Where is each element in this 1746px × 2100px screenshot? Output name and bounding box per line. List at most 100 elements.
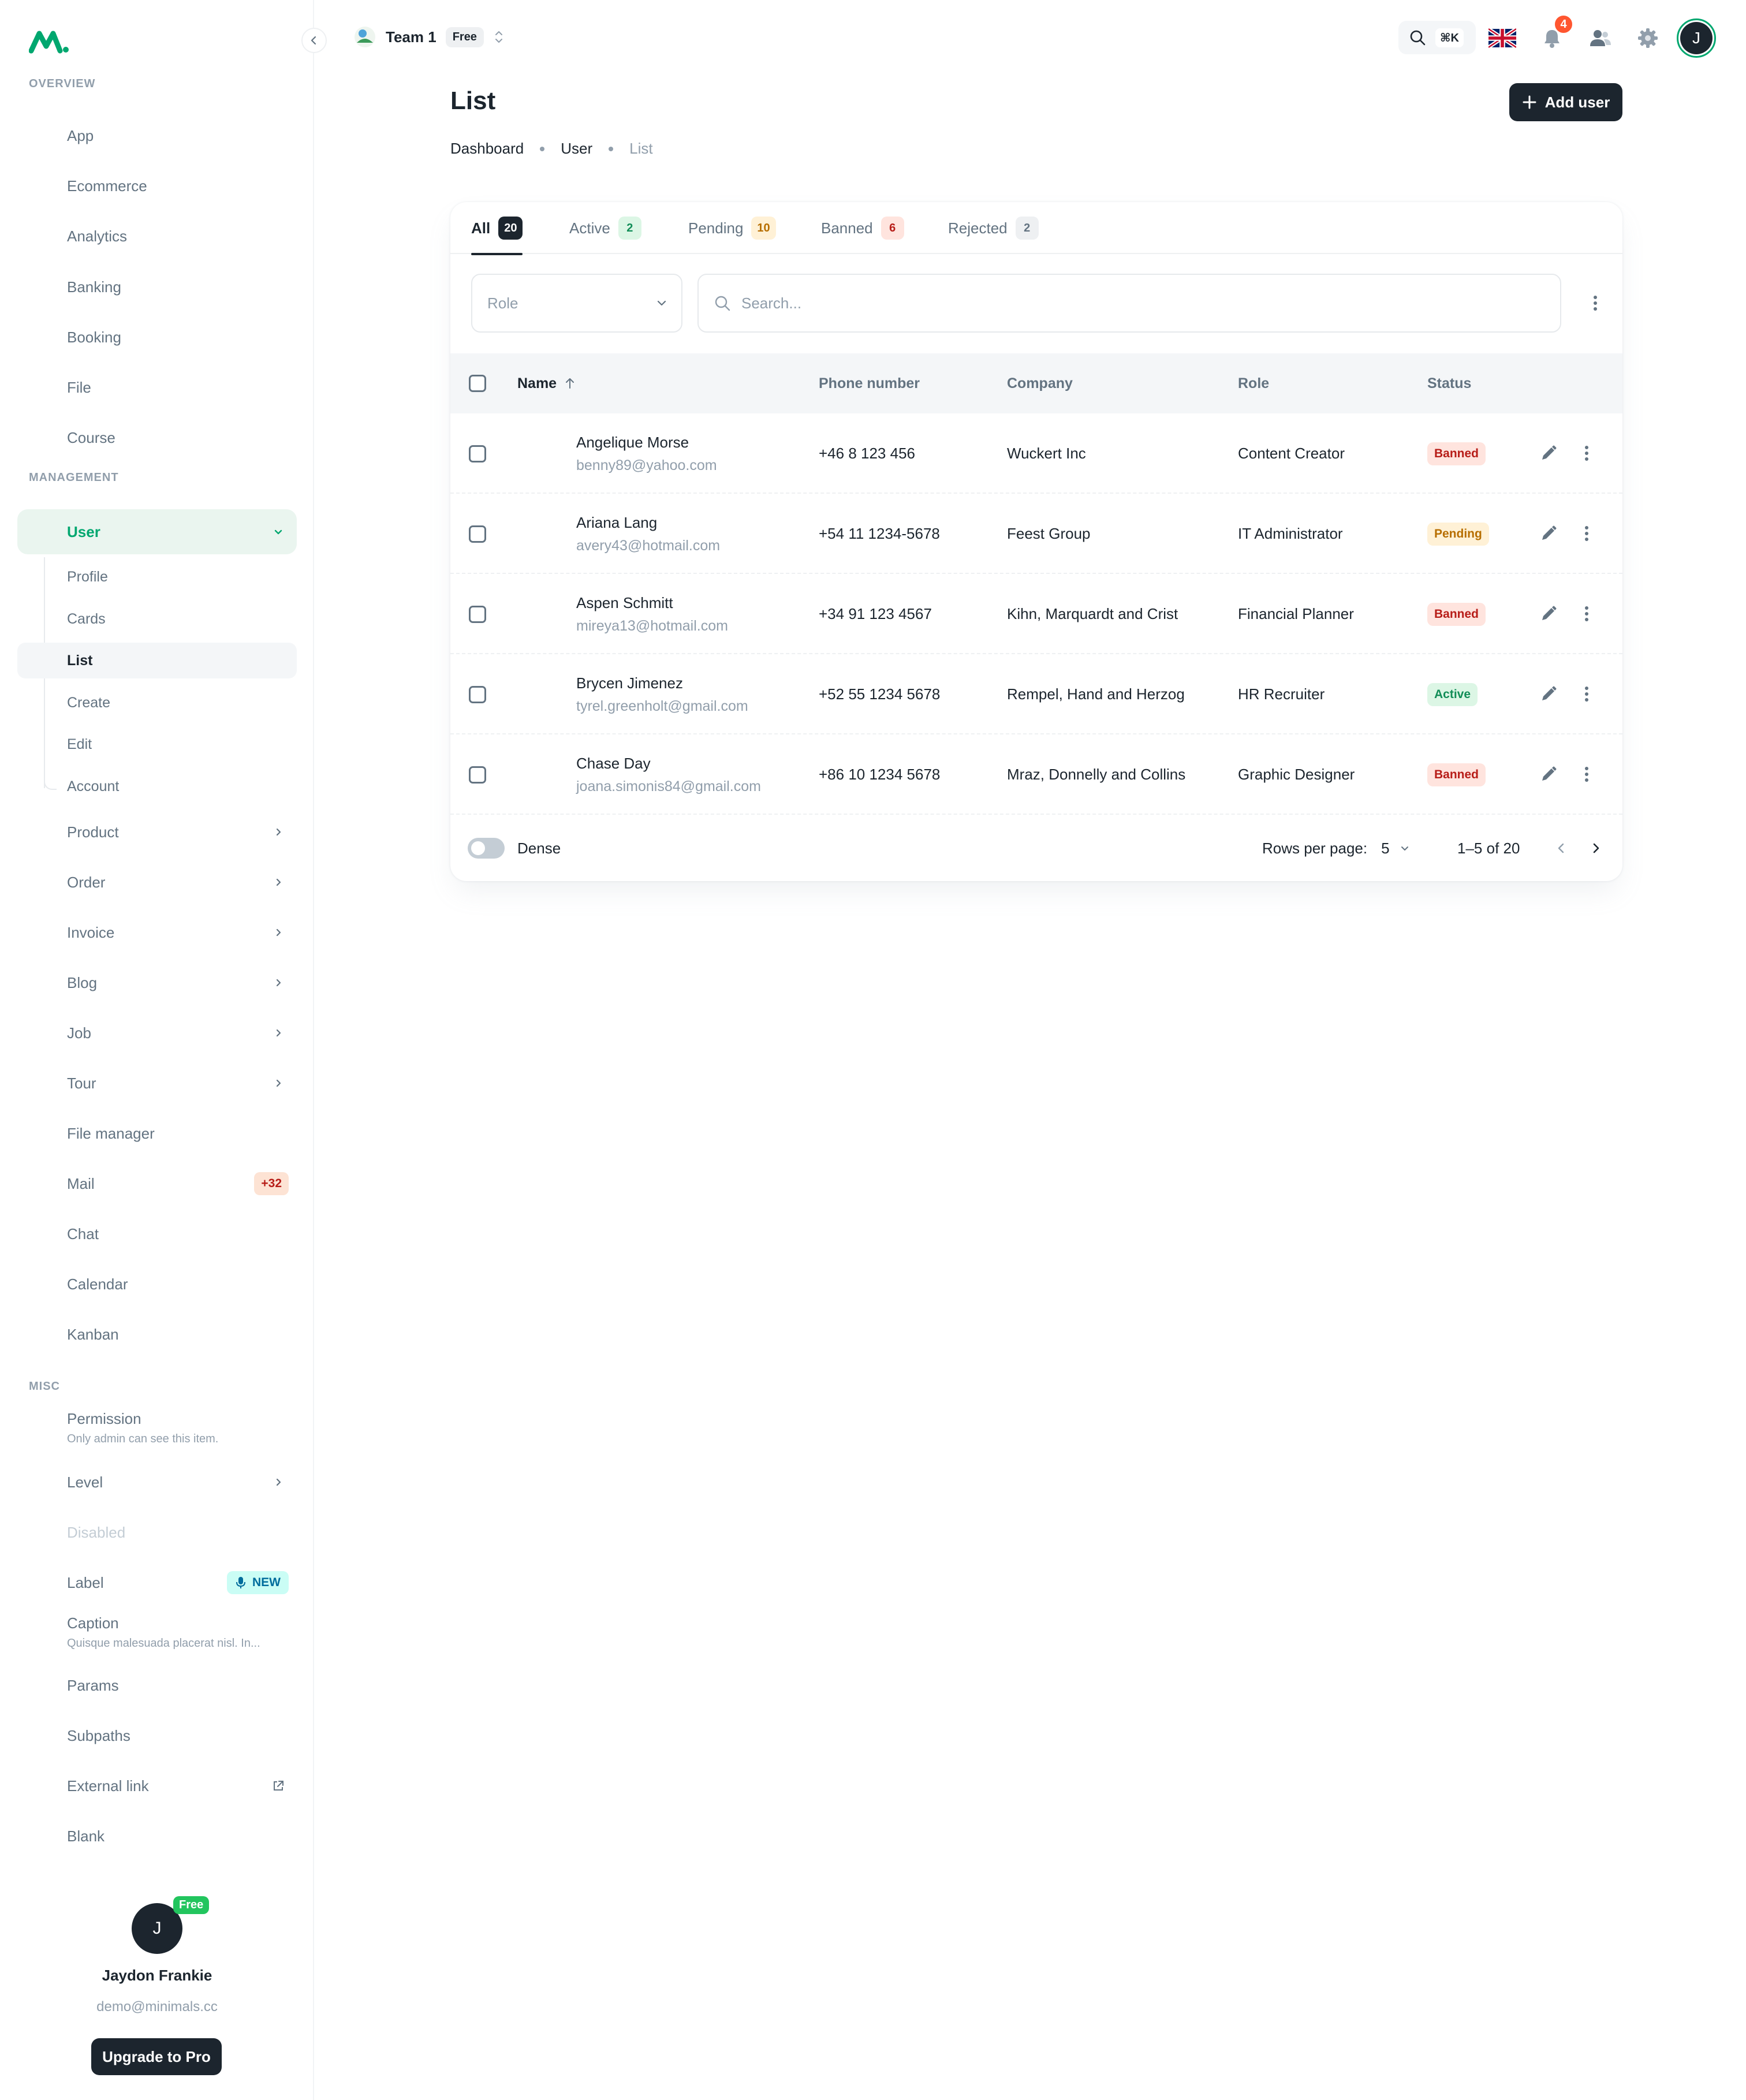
nav-level[interactable]: Level <box>17 1460 297 1505</box>
edit-button[interactable] <box>1535 760 1562 788</box>
tab-rejected[interactable]: Rejected 2 <box>948 202 1039 254</box>
nav-user-list[interactable]: List <box>17 643 297 678</box>
tab-banned[interactable]: Banned 6 <box>821 202 904 254</box>
nav-file-manager[interactable]: File manager <box>17 1111 297 1156</box>
nav-analytics[interactable]: Analytics <box>17 214 297 259</box>
nav-course[interactable]: Course <box>17 415 297 460</box>
column-status[interactable]: Status <box>1427 353 1471 413</box>
nav-params[interactable]: Params <box>17 1663 297 1708</box>
pencil-icon <box>1542 445 1557 460</box>
language-button[interactable] <box>1488 24 1516 52</box>
role-cell: IT Administrator <box>1238 525 1343 542</box>
chevron-left-icon <box>311 36 316 45</box>
table-row[interactable]: Chase Day joana.simonis84@gmail.com +86 1… <box>450 734 1622 815</box>
nav-app[interactable]: App <box>17 113 297 158</box>
team-switcher[interactable]: Team 1 Free <box>353 23 505 51</box>
column-name[interactable]: Name <box>517 353 576 413</box>
row-checkbox[interactable] <box>469 525 486 543</box>
row-more-button[interactable] <box>1573 439 1600 467</box>
company-cell: Feest Group <box>1007 525 1091 542</box>
nav-subpaths[interactable]: Subpaths <box>17 1713 297 1758</box>
column-company[interactable]: Company <box>1007 353 1073 413</box>
column-phone[interactable]: Phone number <box>819 353 920 413</box>
table-row[interactable]: Aspen Schmitt mireya13@hotmail.com +34 91… <box>450 574 1622 654</box>
row-checkbox[interactable] <box>469 605 486 623</box>
user-list-card: All 20 Active 2 Pending 10 Banned 6 Reje… <box>450 202 1622 881</box>
tab-active[interactable]: Active 2 <box>569 202 641 254</box>
nav-file[interactable]: File <box>17 365 297 410</box>
edit-button[interactable] <box>1535 680 1562 708</box>
row-checkbox[interactable] <box>469 445 486 462</box>
nav-blank[interactable]: Blank <box>17 1814 297 1859</box>
nav-caption-item[interactable]: Caption Quisque malesuada placerat nisl.… <box>67 1614 260 1650</box>
nav-banking[interactable]: Banking <box>17 264 297 309</box>
nav-user-cards[interactable]: Cards <box>17 601 297 637</box>
table-row[interactable]: Brycen Jimenez tyrel.greenholt@gmail.com … <box>450 654 1622 734</box>
nav-user-account[interactable]: Account <box>17 769 297 804</box>
edit-button[interactable] <box>1535 439 1562 467</box>
search-field[interactable] <box>697 274 1561 333</box>
nav-order[interactable]: Order <box>17 860 297 905</box>
filter-more-button[interactable] <box>1582 290 1609 316</box>
row-more-button[interactable] <box>1573 600 1600 628</box>
breadcrumb-dashboard[interactable]: Dashboard <box>450 140 524 158</box>
nav-invoice[interactable]: Invoice <box>17 910 297 955</box>
nav-user-create[interactable]: Create <box>17 685 297 721</box>
nav-ecommerce[interactable]: Ecommerce <box>17 163 297 208</box>
nav-disabled: Disabled <box>17 1510 297 1555</box>
select-all-checkbox[interactable] <box>469 375 486 392</box>
user-email: joana.simonis84@gmail.com <box>576 778 761 795</box>
global-search-button[interactable]: ⌘K <box>1398 21 1476 54</box>
status-badge: Banned <box>1427 442 1486 465</box>
account-avatar-button[interactable]: J <box>1677 18 1716 58</box>
nav-job[interactable]: Job <box>17 1010 297 1055</box>
nav-mail[interactable]: Mail +32 <box>17 1161 297 1206</box>
previous-page-button[interactable] <box>1547 834 1575 862</box>
nav-chat[interactable]: Chat <box>17 1211 297 1256</box>
nav-label: Course <box>67 428 115 446</box>
nav-booking[interactable]: Booking <box>17 315 297 360</box>
column-role[interactable]: Role <box>1238 353 1269 413</box>
contacts-button[interactable] <box>1587 24 1614 52</box>
settings-button[interactable] <box>1634 24 1662 52</box>
nav-product[interactable]: Product <box>17 810 297 855</box>
dense-toggle[interactable] <box>468 838 505 859</box>
nav-kanban[interactable]: Kanban <box>17 1312 297 1357</box>
nav-permission[interactable]: Permission Only admin can see this item. <box>67 1410 218 1446</box>
nav-label-item[interactable]: Label NEW <box>17 1560 297 1605</box>
rows-per-page-select[interactable]: 5 <box>1381 840 1410 857</box>
shortcut-hint: ⌘K <box>1435 28 1464 47</box>
search-input[interactable] <box>741 294 1492 312</box>
table-row[interactable]: Angelique Morse benny89@yahoo.com +46 8 1… <box>450 413 1622 494</box>
tab-count: 20 <box>498 217 523 240</box>
plan-badge: Free <box>173 1896 210 1914</box>
team-plan-badge: Free <box>445 27 484 47</box>
collapse-sidebar-button[interactable] <box>301 28 327 53</box>
row-more-button[interactable] <box>1573 680 1600 708</box>
row-checkbox[interactable] <box>469 685 486 703</box>
role-cell: Graphic Designer <box>1238 766 1355 783</box>
table-row[interactable]: Ariana Lang avery43@hotmail.com +54 11 12… <box>450 494 1622 574</box>
nav-tour[interactable]: Tour <box>17 1061 297 1106</box>
phone-cell: +52 55 1234 5678 <box>819 685 941 703</box>
edit-button[interactable] <box>1535 520 1562 547</box>
next-page-button[interactable] <box>1582 834 1610 862</box>
row-checkbox[interactable] <box>469 766 486 784</box>
upgrade-button[interactable]: Upgrade to Pro <box>91 2038 222 2075</box>
nav-calendar[interactable]: Calendar <box>17 1262 297 1307</box>
nav-external-link[interactable]: External link <box>17 1763 297 1808</box>
nav-user[interactable]: User <box>17 509 297 554</box>
pencil-icon <box>1542 525 1557 540</box>
add-user-button[interactable]: Add user <box>1509 83 1622 121</box>
logo-icon[interactable] <box>29 28 70 55</box>
nav-user-edit[interactable]: Edit <box>17 726 297 762</box>
nav-user-profile[interactable]: Profile <box>17 559 297 595</box>
row-more-button[interactable] <box>1573 760 1600 788</box>
edit-button[interactable] <box>1535 600 1562 628</box>
role-filter-select[interactable]: Role <box>471 274 682 333</box>
nav-blog[interactable]: Blog <box>17 960 297 1005</box>
tab-all[interactable]: All 20 <box>471 202 523 255</box>
tab-pending[interactable]: Pending 10 <box>688 202 776 254</box>
row-more-button[interactable] <box>1573 520 1600 547</box>
breadcrumb-user[interactable]: User <box>561 140 592 158</box>
